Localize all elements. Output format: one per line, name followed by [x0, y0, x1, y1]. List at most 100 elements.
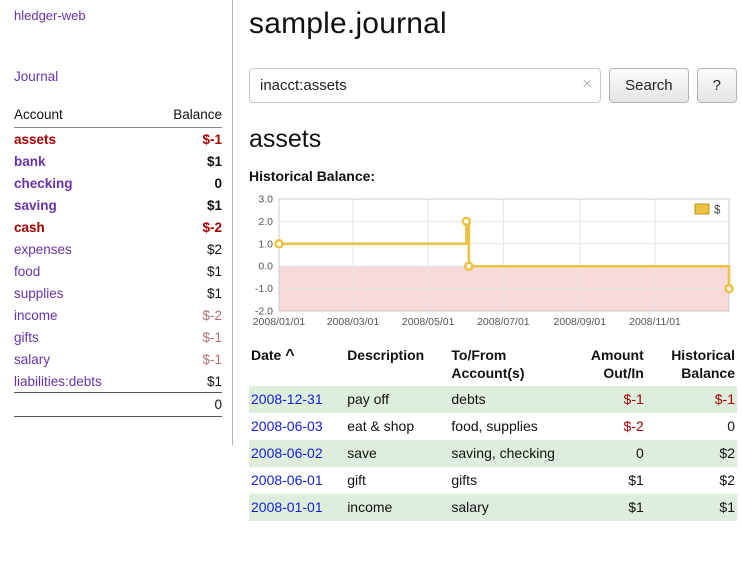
- col-header-amount: Amount Out/In: [568, 344, 646, 386]
- account-link-checking[interactable]: checking: [14, 176, 73, 191]
- account-link-cash[interactable]: cash: [14, 220, 45, 235]
- account-row: assets $-1: [14, 128, 222, 151]
- transaction-date-link[interactable]: 2008-01-01: [251, 499, 323, 515]
- account-link-food[interactable]: food: [14, 264, 40, 279]
- balance-chart-svg: 3.02.01.00.0-1.0-2.02008/01/012008/03/01…: [249, 194, 737, 330]
- svg-text:2.0: 2.0: [258, 216, 273, 228]
- account-row: supplies $1: [14, 282, 222, 304]
- hledger-web-page: hledger-web Journal Account Balance asse…: [0, 0, 742, 521]
- svg-text:2008/09/01: 2008/09/01: [554, 316, 607, 328]
- svg-text:2008/01/01: 2008/01/01: [253, 316, 306, 328]
- account-row: bank $1: [14, 150, 222, 172]
- date-header-label: Date: [251, 347, 281, 363]
- search-input[interactable]: [249, 68, 601, 103]
- col-header-description: Description: [345, 344, 449, 386]
- account-heading: assets: [249, 125, 737, 154]
- app-title-link[interactable]: hledger-web: [14, 8, 222, 23]
- account-balance: $-2: [148, 304, 222, 326]
- accounts-total-row: 0: [14, 393, 222, 417]
- register-row: 2008-12-31 pay off debts $-1 $-1: [249, 386, 737, 413]
- svg-text:2008/11/01: 2008/11/01: [629, 316, 681, 328]
- transaction-balance: 0: [646, 413, 737, 440]
- account-link-supplies[interactable]: supplies: [14, 286, 64, 301]
- chart-title: Historical Balance:: [249, 168, 737, 184]
- transaction-description: eat & shop: [345, 413, 449, 440]
- register-row: 2008-01-01 income salary $1 $1: [249, 494, 737, 521]
- search-box: ×: [249, 68, 601, 103]
- transaction-date-link[interactable]: 2008-06-03: [251, 418, 323, 434]
- account-link-income[interactable]: income: [14, 308, 58, 323]
- svg-text:$: $: [714, 205, 721, 217]
- help-button[interactable]: ?: [697, 68, 737, 103]
- account-balance: $1: [148, 370, 222, 393]
- accounts-table: Account Balance assets $-1 bank $1 check…: [14, 104, 222, 417]
- main-content: sample.journal × Search ? assets Histori…: [233, 0, 742, 521]
- account-row: salary $-1: [14, 348, 222, 370]
- svg-text:2008/05/01: 2008/05/01: [402, 316, 455, 328]
- transaction-description: income: [345, 494, 449, 521]
- account-row: liabilities:debts $1: [14, 370, 222, 393]
- transaction-amount: $1: [568, 494, 646, 521]
- transaction-accounts: debts: [449, 386, 567, 413]
- transaction-balance: $-1: [646, 386, 737, 413]
- account-balance: $-1: [148, 128, 222, 151]
- account-row: food $1: [14, 260, 222, 282]
- accounts-header-row: Account Balance: [14, 104, 222, 128]
- transaction-date-link[interactable]: 2008-12-31: [251, 391, 323, 407]
- account-balance: $1: [148, 150, 222, 172]
- balance-chart[interactable]: 3.02.01.00.0-1.0-2.02008/01/012008/03/01…: [249, 194, 737, 330]
- transaction-balance: $2: [646, 440, 737, 467]
- account-balance: $2: [148, 238, 222, 260]
- register-row: 2008-06-01 gift gifts $1 $2: [249, 467, 737, 494]
- transaction-amount: $1: [568, 467, 646, 494]
- clear-search-icon[interactable]: ×: [582, 74, 592, 94]
- account-balance: $-1: [148, 326, 222, 348]
- transaction-date-link[interactable]: 2008-06-02: [251, 445, 323, 461]
- svg-text:-1.0: -1.0: [255, 283, 273, 295]
- account-row: saving $1: [14, 194, 222, 216]
- transaction-accounts: food, supplies: [449, 413, 567, 440]
- transaction-description: pay off: [345, 386, 449, 413]
- transaction-description: gift: [345, 467, 449, 494]
- transaction-balance: $1: [646, 494, 737, 521]
- search-bar: × Search ?: [249, 68, 737, 103]
- account-balance: 0: [148, 172, 222, 194]
- account-row: checking 0: [14, 172, 222, 194]
- account-row: cash $-2: [14, 216, 222, 238]
- account-link-gifts[interactable]: gifts: [14, 330, 39, 345]
- transaction-accounts: salary: [449, 494, 567, 521]
- svg-text:3.0: 3.0: [258, 194, 273, 206]
- transaction-description: save: [345, 440, 449, 467]
- account-link-liabilities-debts[interactable]: liabilities:debts: [14, 374, 102, 389]
- register-row: 2008-06-02 save saving, checking 0 $2: [249, 440, 737, 467]
- register-header-row: Date ^ Description To/From Account(s) Am…: [249, 344, 737, 386]
- transaction-balance: $2: [646, 467, 737, 494]
- account-row: gifts $-1: [14, 326, 222, 348]
- journal-nav-link[interactable]: Journal: [14, 69, 222, 84]
- accounts-header-balance: Balance: [148, 104, 222, 128]
- account-link-salary[interactable]: salary: [14, 352, 50, 367]
- sidebar: hledger-web Journal Account Balance asse…: [0, 0, 233, 445]
- transaction-amount: $-2: [568, 413, 646, 440]
- account-link-saving[interactable]: saving: [14, 198, 57, 213]
- account-link-expenses[interactable]: expenses: [14, 242, 72, 257]
- svg-text:2008/07/01: 2008/07/01: [477, 316, 530, 328]
- register-table: Date ^ Description To/From Account(s) Am…: [249, 344, 737, 521]
- account-row: expenses $2: [14, 238, 222, 260]
- transaction-date-link[interactable]: 2008-06-01: [251, 472, 323, 488]
- svg-text:2008/03/01: 2008/03/01: [327, 316, 380, 328]
- transaction-accounts: gifts: [449, 467, 567, 494]
- account-balance: $-2: [148, 216, 222, 238]
- transaction-accounts: saving, checking: [449, 440, 567, 467]
- account-link-bank[interactable]: bank: [14, 154, 46, 169]
- account-balance: $1: [148, 282, 222, 304]
- search-button[interactable]: Search: [609, 68, 689, 103]
- account-link-assets[interactable]: assets: [14, 132, 56, 147]
- svg-text:0.0: 0.0: [258, 261, 273, 273]
- col-header-date[interactable]: Date ^: [249, 344, 345, 386]
- col-header-accounts: To/From Account(s): [449, 344, 567, 386]
- account-row: income $-2: [14, 304, 222, 326]
- account-balance: $1: [148, 260, 222, 282]
- col-header-balance: Historical Balance: [646, 344, 737, 386]
- svg-text:1.0: 1.0: [258, 238, 273, 250]
